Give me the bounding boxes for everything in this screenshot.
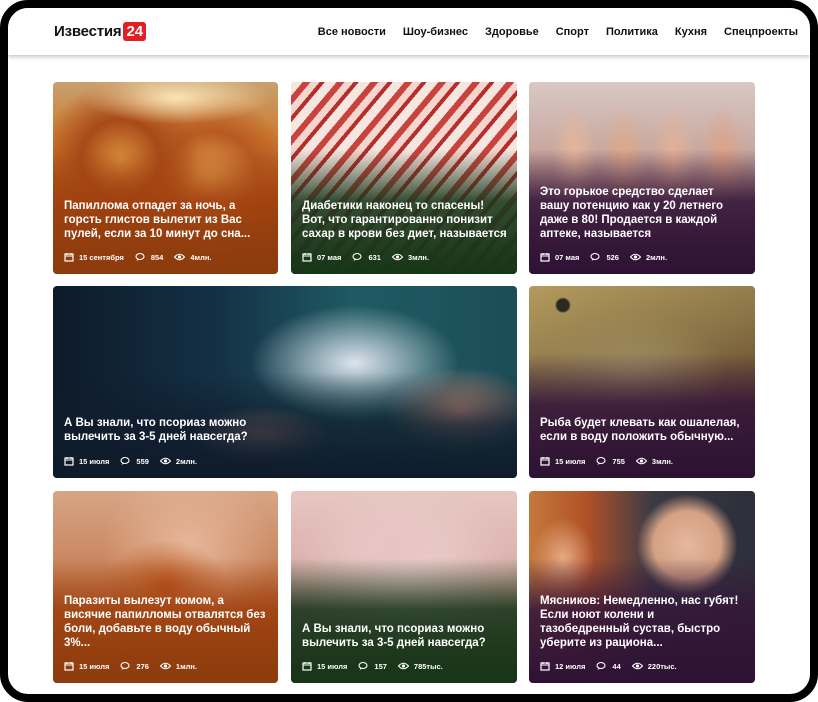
calendar-icon	[540, 253, 550, 262]
card-overlay	[291, 82, 517, 274]
card-comments: 559	[136, 456, 149, 466]
card-comments: 44	[612, 661, 621, 671]
card-overlay	[53, 286, 517, 478]
comments-icon	[596, 456, 606, 465]
eye-icon	[159, 457, 171, 465]
card-views: 3млн.	[407, 252, 430, 262]
main-nav: Все новости Шоу-бизнес Здоровье Спорт По…	[301, 8, 798, 55]
card-date: 15 июля	[79, 456, 110, 466]
card-title: Диабетики наконец то спасены! Вот, что г…	[302, 200, 507, 240]
card-comments: 631	[368, 252, 381, 262]
card-meta: 15 сентября 854 4млн.	[64, 252, 222, 262]
card-views: 2млн.	[175, 456, 198, 466]
nav-kitchen[interactable]: Кухня	[675, 26, 707, 38]
card-title: Паразиты вылезут комом, а висячие папилл…	[64, 595, 266, 649]
card-comments: 755	[612, 456, 625, 466]
card-date: 15 июля	[79, 661, 110, 671]
card-comments: 526	[606, 252, 619, 262]
comments-icon	[120, 661, 130, 670]
news-card[interactable]: Рыба будет клевать как ошалелая, если в …	[529, 286, 755, 478]
card-overlay	[53, 491, 278, 683]
comments-icon	[358, 661, 368, 670]
card-overlay	[529, 82, 755, 274]
card-title: А Вы знали, что псориаз можно вылечить з…	[302, 623, 486, 649]
calendar-icon	[540, 457, 550, 466]
news-card[interactable]: Паразиты вылезут комом, а висячие папилл…	[53, 491, 278, 683]
browser-frame: Известия 24 Все новости Шоу-бизнес Здоро…	[0, 0, 818, 702]
comments-icon	[120, 456, 130, 465]
news-card-wide[interactable]: А Вы знали, что псориаз можно вылечить з…	[53, 286, 517, 478]
nav-all-news[interactable]: Все новости	[318, 26, 386, 38]
card-date: 15 июля	[317, 661, 348, 671]
card-views: 785тыс.	[413, 661, 443, 671]
news-card[interactable]: Мясников: Немедленно, нас губят! Если но…	[529, 491, 755, 683]
comments-icon	[596, 661, 606, 670]
calendar-icon	[302, 662, 312, 671]
news-card[interactable]: Папиллома отпадет за ночь, а горсть глис…	[53, 82, 278, 274]
card-meta: 15 июля 755 3млн.	[540, 456, 684, 466]
site-header: Известия 24 Все новости Шоу-бизнес Здоро…	[8, 8, 810, 55]
calendar-icon	[540, 662, 550, 671]
eye-icon	[635, 457, 647, 465]
nav-show-business[interactable]: Шоу-бизнес	[403, 26, 468, 38]
comments-icon	[590, 252, 600, 261]
card-comments: 276	[136, 661, 149, 671]
card-title: А Вы знали, что псориаз можно вылечить з…	[64, 417, 248, 443]
eye-icon	[631, 662, 643, 670]
eye-icon	[629, 253, 641, 261]
card-meta: 15 июля 559 2млн.	[64, 456, 208, 466]
nav-sport[interactable]: Спорт	[556, 26, 589, 38]
card-title: Папиллома отпадет за ночь, а горсть глис…	[64, 200, 251, 240]
card-meta: 15 июля 157 785тыс.	[302, 661, 454, 671]
comments-icon	[135, 252, 145, 261]
card-views: 4млн.	[190, 252, 212, 262]
eye-icon	[159, 662, 171, 670]
card-meta: 15 июля 276 1млн.	[64, 661, 208, 671]
calendar-icon	[64, 253, 74, 262]
logo-text: Известия	[54, 23, 122, 40]
nav-health[interactable]: Здоровье	[485, 26, 539, 38]
comments-icon	[352, 252, 362, 261]
card-comments: 157	[374, 661, 387, 671]
eye-icon	[391, 253, 403, 261]
card-overlay	[529, 491, 755, 683]
card-title: Это горькое средство сделает вашу потенц…	[540, 186, 724, 240]
card-meta: 07 мая 526 2млн.	[540, 252, 678, 262]
news-card[interactable]: Диабетики наконец то спасены! Вот, что г…	[291, 82, 517, 274]
card-comments: 854	[150, 252, 164, 262]
card-views: 1млн.	[175, 661, 198, 671]
news-card[interactable]: А Вы знали, что псориаз можно вылечить з…	[291, 491, 517, 683]
card-meta: 07 мая 631 3млн.	[302, 252, 440, 262]
card-date: 12 июля	[555, 661, 586, 671]
card-date: 07 мая	[555, 252, 580, 262]
card-date: 07 мая	[317, 252, 342, 262]
card-title: Мясников: Немедленно, нас губят! Если но…	[540, 595, 739, 649]
logo-badge: 24	[123, 22, 147, 41]
nav-special-projects[interactable]: Спецпроекты	[724, 26, 798, 38]
eye-icon	[174, 253, 186, 261]
news-card[interactable]: Это горькое средство сделает вашу потенц…	[529, 82, 755, 274]
card-date: 15 июля	[555, 456, 586, 466]
calendar-icon	[64, 457, 74, 466]
card-overlay	[529, 286, 755, 478]
calendar-icon	[64, 662, 74, 671]
calendar-icon	[302, 253, 312, 262]
card-overlay	[291, 491, 517, 683]
site-logo[interactable]: Известия 24	[54, 22, 147, 41]
card-views: 3млн.	[651, 456, 674, 466]
card-meta: 12 июля 44 220тыс.	[540, 661, 688, 671]
card-views: 220тыс.	[647, 661, 677, 671]
eye-icon	[397, 662, 409, 670]
card-date: 15 сентября	[79, 252, 124, 262]
card-views: 2млн.	[645, 252, 668, 262]
card-title: Рыба будет клевать как ошалелая, если в …	[540, 417, 740, 443]
nav-politics[interactable]: Политика	[606, 26, 658, 38]
card-overlay	[53, 82, 278, 274]
